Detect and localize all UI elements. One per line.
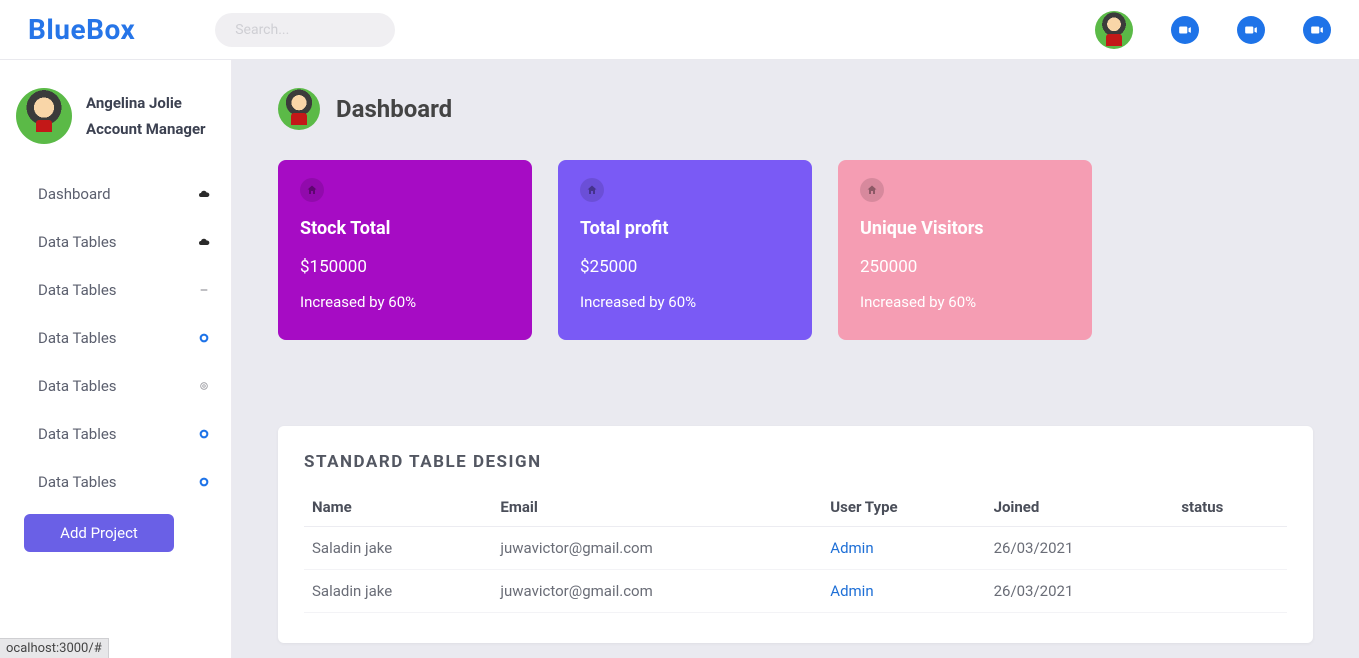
table-row: Saladin jakejuwavictor@gmail.com Admin 26/… bbox=[304, 570, 1287, 613]
cell-name: Saladin jake bbox=[304, 527, 492, 570]
sidebar-item-label: Data Tables bbox=[38, 377, 117, 395]
user-type-link[interactable]: Admin bbox=[830, 582, 873, 600]
video-icon[interactable] bbox=[1237, 16, 1265, 44]
table-title: STANDARD TABLE DESIGN bbox=[304, 452, 1287, 472]
card-sub: Increased by 60% bbox=[300, 293, 510, 311]
stat-card[interactable]: Total profit $25000 Increased by 60% bbox=[558, 160, 812, 340]
cell-status bbox=[1173, 570, 1287, 613]
home-icon bbox=[580, 178, 604, 202]
table-panel: STANDARD TABLE DESIGN NameEmailUser Type… bbox=[278, 426, 1313, 643]
avatar bbox=[278, 88, 320, 130]
circle-blue-icon bbox=[197, 331, 211, 345]
sidebar-item[interactable]: Data Tables bbox=[16, 314, 215, 362]
video-icon[interactable] bbox=[1303, 16, 1331, 44]
cell-type: Admin bbox=[822, 527, 985, 570]
sidebar-user: Angelina Jolie Account Manager bbox=[16, 88, 215, 144]
sidebar-item[interactable]: Data Tables bbox=[16, 218, 215, 266]
target-grey-icon bbox=[197, 379, 211, 393]
data-table: NameEmailUser TypeJoinedstatus Saladin j… bbox=[304, 488, 1287, 613]
sidebar-item-label: Data Tables bbox=[38, 473, 117, 491]
cell-joined: 26/03/2021 bbox=[986, 527, 1174, 570]
dash-grey-icon bbox=[197, 283, 211, 297]
sidebar-nav: Dashboard Data Tables Data Tables Data Tabl… bbox=[16, 170, 215, 506]
col-header: Joined bbox=[986, 488, 1174, 527]
stat-cards: Stock Total$150000Increased by 60%Total … bbox=[278, 160, 1313, 340]
cell-email: juwavictor@gmail.com bbox=[492, 570, 822, 613]
browser-status: ocalhost:3000/# bbox=[0, 638, 109, 658]
avatar[interactable] bbox=[1095, 11, 1133, 49]
table-header-row: NameEmailUser TypeJoinedstatus bbox=[304, 488, 1287, 527]
col-header: Name bbox=[304, 488, 492, 527]
search-input[interactable] bbox=[215, 13, 395, 47]
col-header: User Type bbox=[822, 488, 985, 527]
card-value: $150000 bbox=[300, 257, 510, 277]
col-header: Email bbox=[492, 488, 822, 527]
sidebar-item[interactable]: Data Tables bbox=[16, 362, 215, 410]
sidebar-item-label: Data Tables bbox=[38, 281, 117, 299]
cloud-dark-icon bbox=[197, 187, 211, 201]
cell-type: Admin bbox=[822, 570, 985, 613]
col-header: status bbox=[1173, 488, 1287, 527]
sidebar-item-label: Dashboard bbox=[38, 185, 111, 203]
topbar: BlueBox bbox=[0, 0, 1359, 60]
sidebar-item-label: Data Tables bbox=[38, 329, 117, 347]
card-sub: Increased by 60% bbox=[580, 293, 790, 311]
home-icon bbox=[300, 178, 324, 202]
page-header: Dashboard bbox=[278, 88, 1313, 130]
page-title: Dashboard bbox=[336, 95, 452, 123]
card-value: 250000 bbox=[860, 257, 1070, 277]
card-title: Stock Total bbox=[300, 218, 510, 239]
topbar-actions bbox=[1095, 11, 1331, 49]
brand-logo[interactable]: BlueBox bbox=[28, 13, 135, 46]
home-icon bbox=[860, 178, 884, 202]
main-content: Dashboard Stock Total $150000 Increased by… bbox=[232, 60, 1359, 658]
add-project-button[interactable]: Add Project bbox=[24, 514, 174, 552]
card-value: $25000 bbox=[580, 257, 790, 277]
circle-blue-icon bbox=[197, 475, 211, 489]
stat-card[interactable]: Unique Visitors 250000 Increased by 60% bbox=[838, 160, 1092, 340]
cell-status bbox=[1173, 527, 1287, 570]
sidebar-item-label: Data Tables bbox=[38, 233, 117, 251]
user-name: Angelina Jolie bbox=[86, 94, 206, 112]
cell-email: juwavictor@gmail.com bbox=[492, 527, 822, 570]
user-role: Account Manager bbox=[86, 120, 206, 138]
circle-blue-icon bbox=[197, 427, 211, 441]
sidebar-item[interactable]: Dashboard bbox=[16, 170, 215, 218]
card-title: Total profit bbox=[580, 218, 790, 239]
video-icon[interactable] bbox=[1171, 16, 1199, 44]
cloud-dark-icon bbox=[197, 235, 211, 249]
table-row: Saladin jakejuwavictor@gmail.com Admin 26/… bbox=[304, 527, 1287, 570]
card-title: Unique Visitors bbox=[860, 218, 1070, 239]
user-type-link[interactable]: Admin bbox=[830, 539, 873, 557]
cell-name: Saladin jake bbox=[304, 570, 492, 613]
sidebar-item-label: Data Tables bbox=[38, 425, 117, 443]
cell-joined: 26/03/2021 bbox=[986, 570, 1174, 613]
sidebar-item[interactable]: Data Tables bbox=[16, 458, 215, 506]
sidebar: Angelina Jolie Account Manager Dashboard… bbox=[0, 60, 232, 658]
sidebar-item[interactable]: Data Tables bbox=[16, 410, 215, 458]
stat-card[interactable]: Stock Total $150000 Increased by 60% bbox=[278, 160, 532, 340]
sidebar-item[interactable]: Data Tables bbox=[16, 266, 215, 314]
avatar[interactable] bbox=[16, 88, 72, 144]
card-sub: Increased by 60% bbox=[860, 293, 1070, 311]
